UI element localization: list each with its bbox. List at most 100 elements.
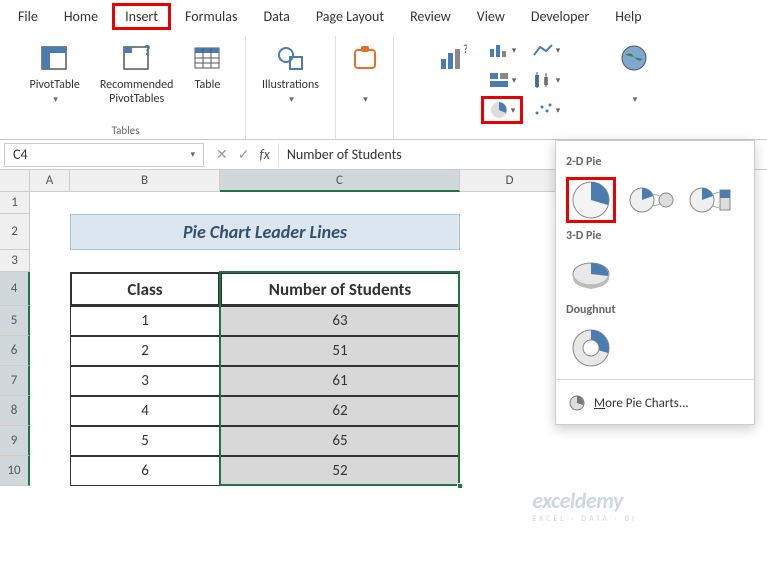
pie-small-icon	[568, 394, 586, 412]
menu-page-layout[interactable]: Page Layout	[304, 4, 396, 29]
cell-class-5[interactable]: 1	[70, 306, 220, 336]
illustrations-button[interactable]: Illustrations▾	[256, 36, 325, 111]
scatter-chart-button[interactable]: ▾	[525, 96, 567, 124]
chevron-down-icon: ▾	[556, 45, 561, 56]
bar-of-pie-option[interactable]	[686, 177, 736, 223]
svg-text:?: ?	[463, 43, 467, 57]
menu-insert[interactable]: Insert	[112, 3, 171, 30]
name-box-value: C4	[13, 146, 28, 163]
cell-students-7[interactable]: 61	[220, 366, 460, 396]
col-header-A[interactable]: A	[30, 170, 70, 192]
column-chart-button[interactable]: ▾	[481, 36, 523, 64]
col-header-C[interactable]: C	[220, 170, 460, 192]
chevron-down-icon: ▾	[633, 94, 638, 105]
pie-chart-button[interactable]: ▾	[481, 96, 523, 124]
cell-class-9[interactable]: 5	[70, 426, 220, 456]
menu-developer[interactable]: Developer	[519, 4, 601, 29]
table-label: Table	[195, 78, 221, 92]
menu-formulas[interactable]: Formulas	[173, 4, 249, 29]
chevron-down-icon: ▾	[190, 149, 195, 160]
doughnut-option[interactable]	[566, 325, 616, 371]
section-doughnut-label: Doughnut	[566, 303, 744, 317]
pivottable-icon	[40, 40, 70, 76]
menu-help[interactable]: Help	[603, 4, 653, 29]
row-header-3[interactable]: 3	[0, 250, 30, 272]
col-header-B[interactable]: B	[70, 170, 220, 192]
cell-students-5[interactable]: 63	[220, 306, 460, 336]
row-header-4[interactable]: 4	[0, 272, 30, 306]
row-header-1[interactable]: 1	[0, 192, 30, 214]
ribbon-group-illustrations: Illustrations▾	[246, 36, 336, 139]
chevron-down-icon: ▾	[511, 105, 516, 116]
chart-type-grid: ▾ ▾ ▾ ▾ ▾ ▾	[481, 36, 567, 124]
col-header-D[interactable]: D	[460, 170, 560, 192]
recommended-pivottables-icon: ?	[122, 40, 152, 76]
cell-class-7[interactable]: 3	[70, 366, 220, 396]
row-header-2[interactable]: 2	[0, 214, 30, 250]
ribbon-group-charts: ? ▾ ▾ ▾ ▾ ▾ ▾	[394, 36, 604, 139]
menu-bar: File Home Insert Formulas Data Page Layo…	[0, 0, 767, 32]
ribbon-group-addins: ▾	[336, 36, 394, 139]
chevron-down-icon: ▾	[556, 75, 561, 86]
enter-icon[interactable]: ✓	[238, 146, 250, 163]
cell-students-10[interactable]: 52	[220, 456, 460, 486]
cell-students-6[interactable]: 51	[220, 336, 460, 366]
cell-class-8[interactable]: 4	[70, 396, 220, 426]
cell-class-10[interactable]: 6	[70, 456, 220, 486]
cell-students-9[interactable]: 65	[220, 426, 460, 456]
row-header-5[interactable]: 5	[0, 306, 30, 336]
menu-file[interactable]: File	[6, 4, 50, 29]
addins-button[interactable]: ▾	[345, 36, 385, 111]
menu-review[interactable]: Review	[398, 4, 463, 29]
illustrations-icon	[276, 40, 306, 76]
illustrations-label: Illustrations	[262, 78, 319, 92]
recommended-pivottables-button[interactable]: ? RecommendedPivotTables	[94, 36, 180, 111]
name-box[interactable]: C4 ▾	[4, 143, 204, 167]
pie-2d-option[interactable]	[566, 177, 616, 223]
header-students[interactable]: Number of Students	[220, 272, 460, 306]
row-header-8[interactable]: 8	[0, 396, 30, 426]
recpivot-label-1: Recommended	[100, 78, 174, 92]
more-pie-label: More Pie Charts...	[594, 396, 689, 411]
header-class[interactable]: Class	[70, 272, 220, 306]
formula-buttons: ✕ ✓ fx	[208, 146, 278, 163]
line-chart-button[interactable]: ▾	[525, 36, 567, 64]
row-header-9[interactable]: 9	[0, 426, 30, 456]
recpivot-label-2: PivotTables	[109, 92, 164, 106]
recommended-charts-button[interactable]: ?	[431, 36, 473, 96]
more-pie-charts-button[interactable]: More Pie Charts...	[566, 388, 744, 418]
chevron-down-icon: ▾	[53, 94, 58, 105]
cancel-icon[interactable]: ✕	[216, 146, 228, 163]
fx-icon[interactable]: fx	[259, 146, 269, 163]
maps-icon	[619, 40, 649, 76]
section-2d-pie-label: 2-D Pie	[566, 155, 744, 169]
select-all-corner[interactable]	[0, 170, 30, 192]
chevron-down-icon: ▾	[556, 105, 561, 116]
ribbon-group-tables: PivotTable ▾ ? RecommendedPivotTables Tab…	[6, 36, 246, 139]
chevron-down-icon: ▾	[363, 94, 368, 105]
selection-fill-handle[interactable]	[457, 483, 463, 489]
maps-button[interactable]: ▾	[613, 36, 655, 111]
row-header-10[interactable]: 10	[0, 456, 30, 486]
tables-group-label: Tables	[112, 124, 140, 137]
cell-students-8[interactable]: 62	[220, 396, 460, 426]
pie-chart-dropdown-panel: 2-D Pie 3-D Pie Doughnut More Pie Charts…	[555, 140, 755, 425]
ribbon-group-maps: ▾	[604, 36, 664, 139]
statistic-chart-button[interactable]: ▾	[525, 66, 567, 94]
row-header-7[interactable]: 7	[0, 366, 30, 396]
hierarchy-chart-button[interactable]: ▾	[481, 66, 523, 94]
pie-3d-option[interactable]	[566, 251, 616, 297]
menu-view[interactable]: View	[465, 4, 517, 29]
row-header-6[interactable]: 6	[0, 336, 30, 366]
ribbon: PivotTable ▾ ? RecommendedPivotTables Tab…	[0, 32, 767, 140]
pie-of-pie-option[interactable]	[626, 177, 676, 223]
pivottable-label: PivotTable	[30, 78, 80, 92]
title-cell[interactable]: Pie Chart Leader Lines	[70, 214, 460, 250]
chevron-down-icon: ▾	[512, 75, 517, 86]
section-3d-pie-label: 3-D Pie	[566, 229, 744, 243]
menu-home[interactable]: Home	[52, 4, 110, 29]
pivottable-button[interactable]: PivotTable ▾	[24, 36, 86, 111]
table-button[interactable]: Table	[187, 36, 227, 96]
cell-class-6[interactable]: 2	[70, 336, 220, 366]
menu-data[interactable]: Data	[251, 4, 301, 29]
